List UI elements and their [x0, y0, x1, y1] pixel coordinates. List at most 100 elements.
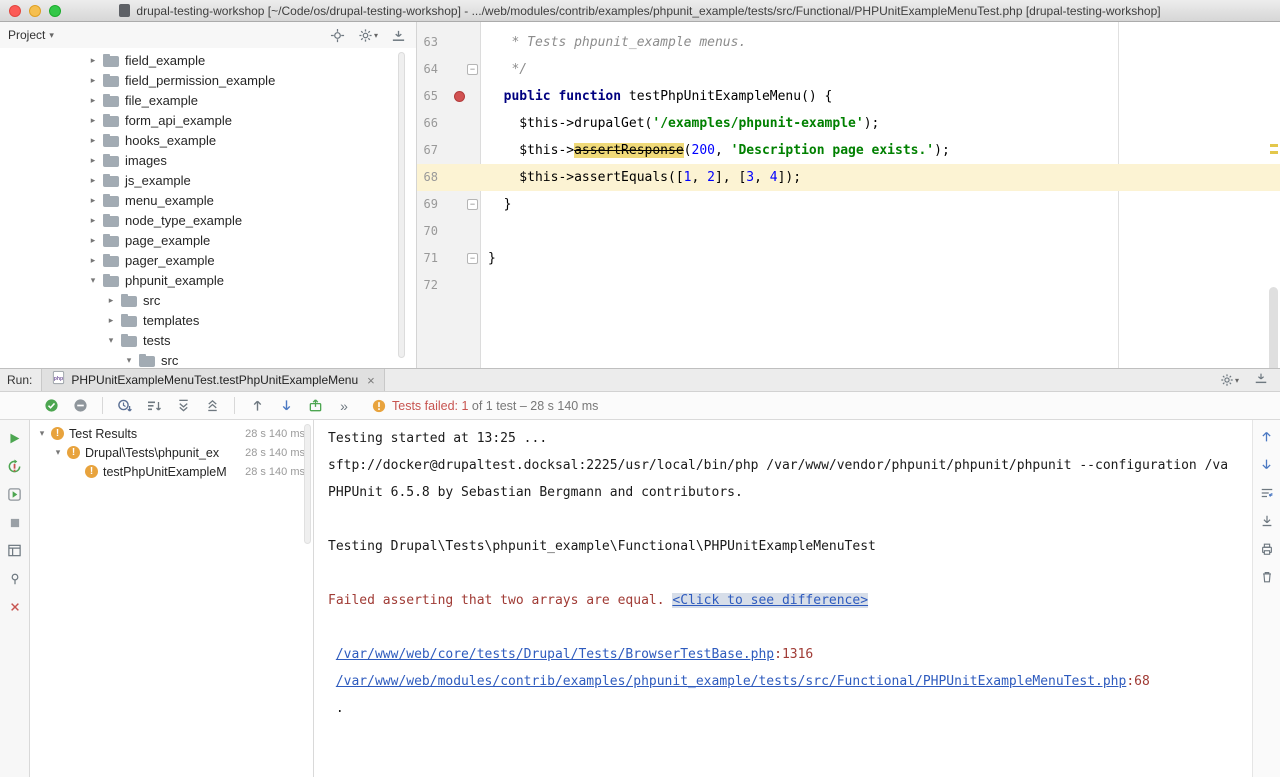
line-number[interactable]: 63: [417, 29, 480, 56]
line-number[interactable]: 70: [417, 218, 480, 245]
tree-item[interactable]: ▸file_example: [0, 90, 416, 110]
collapse-all-icon[interactable]: [203, 397, 221, 415]
print-icon[interactable]: [1258, 541, 1276, 556]
console-link[interactable]: <Click to see difference>: [672, 593, 868, 608]
tree-item[interactable]: ▸page_example: [0, 230, 416, 250]
code-line[interactable]: 68 $this->assertEquals([1, 2], [3, 4]);: [417, 164, 1280, 191]
project-tool-window-title[interactable]: Project: [8, 28, 45, 42]
fold-icon[interactable]: −: [467, 253, 478, 264]
code-line[interactable]: 65 public function testPhpUnitExampleMen…: [417, 83, 1280, 110]
tree-item[interactable]: ▸field_permission_example: [0, 70, 416, 90]
stop-icon[interactable]: [6, 515, 24, 530]
soft-wrap-icon[interactable]: [1258, 485, 1276, 500]
restore-layout-icon[interactable]: [6, 543, 24, 558]
expand-all-icon[interactable]: [174, 397, 192, 415]
tree-item[interactable]: ▾tests: [0, 330, 416, 350]
close-tab-icon[interactable]: ×: [367, 373, 375, 388]
chevron-right-icon[interactable]: ▸: [88, 135, 98, 146]
down-stack-trace-icon[interactable]: [1258, 457, 1276, 472]
chevron-right-icon[interactable]: ▸: [88, 155, 98, 166]
fold-icon[interactable]: −: [467, 64, 478, 75]
toggle-auto-test-icon[interactable]: [6, 487, 24, 502]
tree-item[interactable]: ▸form_api_example: [0, 110, 416, 130]
show-ignored-icon[interactable]: [71, 397, 89, 415]
line-number[interactable]: 72: [417, 272, 480, 299]
chevron-right-icon[interactable]: ▸: [88, 55, 98, 66]
code-line[interactable]: 66 $this->drupalGet('/examples/phpunit-e…: [417, 110, 1280, 137]
tree-item[interactable]: ▸menu_example: [0, 190, 416, 210]
tree-item[interactable]: ▾phpunit_example: [0, 270, 416, 290]
sort-by-duration-icon[interactable]: [116, 397, 134, 415]
failed-test-marker-icon[interactable]: [454, 91, 465, 102]
show-passed-icon[interactable]: [42, 397, 60, 415]
warning-stripe-mark[interactable]: [1270, 144, 1278, 147]
chevron-down-icon[interactable]: ▾: [88, 275, 98, 286]
test-tree-scrollbar[interactable]: [304, 424, 311, 544]
line-number[interactable]: 65: [417, 83, 480, 110]
warning-stripe-mark[interactable]: [1270, 151, 1278, 154]
close-icon[interactable]: [6, 599, 24, 614]
test-tree-item[interactable]: !testPhpUnitExampleM28 s 140 ms: [30, 462, 313, 481]
tree-item[interactable]: ▸js_example: [0, 170, 416, 190]
chevron-right-icon[interactable]: ▸: [88, 175, 98, 186]
code-line[interactable]: 72: [417, 272, 1280, 299]
chevron-down-icon[interactable]: ▾: [36, 428, 48, 439]
project-scrollbar[interactable]: [398, 52, 405, 358]
rerun-test-icon[interactable]: [6, 431, 24, 446]
chevron-right-icon[interactable]: ▸: [88, 215, 98, 226]
fold-icon[interactable]: −: [467, 199, 478, 210]
settings-gear-icon[interactable]: ▾: [358, 28, 378, 43]
editor-scrollbar[interactable]: [1269, 287, 1278, 368]
hide-panel-icon[interactable]: [391, 28, 406, 43]
next-failed-test-icon[interactable]: [277, 397, 295, 415]
console-link[interactable]: /var/www/web/modules/contrib/examples/ph…: [336, 674, 1127, 689]
tree-item[interactable]: ▸pager_example: [0, 250, 416, 270]
pin-tab-icon[interactable]: [6, 571, 24, 586]
tree-item[interactable]: ▸images: [0, 150, 416, 170]
chevron-down-icon[interactable]: ▾: [106, 335, 116, 346]
tree-item[interactable]: ▸field_example: [0, 50, 416, 70]
code-line[interactable]: 70: [417, 218, 1280, 245]
more-actions-icon[interactable]: »: [335, 397, 353, 415]
code-line[interactable]: 71−}: [417, 245, 1280, 272]
up-stack-trace-icon[interactable]: [1258, 429, 1276, 444]
close-window-button[interactable]: [9, 5, 21, 17]
import-test-results-icon[interactable]: [306, 397, 324, 415]
line-number[interactable]: 66: [417, 110, 480, 137]
chevron-down-icon[interactable]: ▾: [124, 355, 134, 366]
chevron-right-icon[interactable]: ▸: [88, 255, 98, 266]
tree-item[interactable]: ▸src: [0, 290, 416, 310]
minimize-window-button[interactable]: [29, 5, 41, 17]
line-number[interactable]: 67: [417, 137, 480, 164]
line-number[interactable]: 71−: [417, 245, 480, 272]
scroll-to-end-icon[interactable]: [1258, 513, 1276, 528]
chevron-down-icon[interactable]: ▾: [49, 30, 54, 41]
chevron-down-icon[interactable]: ▾: [52, 447, 64, 458]
tree-item[interactable]: ▸templates: [0, 310, 416, 330]
chevron-right-icon[interactable]: ▸: [88, 195, 98, 206]
chevron-right-icon[interactable]: ▸: [88, 115, 98, 126]
chevron-right-icon[interactable]: ▸: [106, 315, 116, 326]
chevron-right-icon[interactable]: ▸: [88, 95, 98, 106]
zoom-window-button[interactable]: [49, 5, 61, 17]
hide-tool-window-icon[interactable]: [1254, 371, 1268, 390]
editor[interactable]: 63 * Tests phpunit_example menus.64− */6…: [417, 22, 1280, 368]
clear-console-icon[interactable]: [1258, 569, 1276, 584]
chevron-right-icon[interactable]: ▸: [88, 235, 98, 246]
code-line[interactable]: 69− }: [417, 191, 1280, 218]
sort-alphabetically-icon[interactable]: [145, 397, 163, 415]
test-tree-item[interactable]: ▾!Drupal\Tests\phpunit_ex28 s 140 ms: [30, 443, 313, 462]
locate-file-icon[interactable]: [330, 28, 345, 43]
chevron-right-icon[interactable]: ▸: [88, 75, 98, 86]
tree-item[interactable]: ▾src: [0, 350, 416, 368]
run-tab[interactable]: php PHPUnitExampleMenuTest.testPhpUnitEx…: [41, 369, 384, 391]
console-link[interactable]: /var/www/web/core/tests/Drupal/Tests/Bro…: [336, 647, 774, 662]
code-line[interactable]: 67 $this->assertResponse(200, 'Descripti…: [417, 137, 1280, 164]
console-output[interactable]: Testing started at 13:25 ...sftp://docke…: [314, 420, 1252, 777]
line-number[interactable]: 64−: [417, 56, 480, 83]
line-number[interactable]: 68: [417, 164, 480, 191]
previous-failed-test-icon[interactable]: [248, 397, 266, 415]
tree-item[interactable]: ▸hooks_example: [0, 130, 416, 150]
test-tree-item[interactable]: ▾!Test Results28 s 140 ms: [30, 424, 313, 443]
code-line[interactable]: 63 * Tests phpunit_example menus.: [417, 29, 1280, 56]
